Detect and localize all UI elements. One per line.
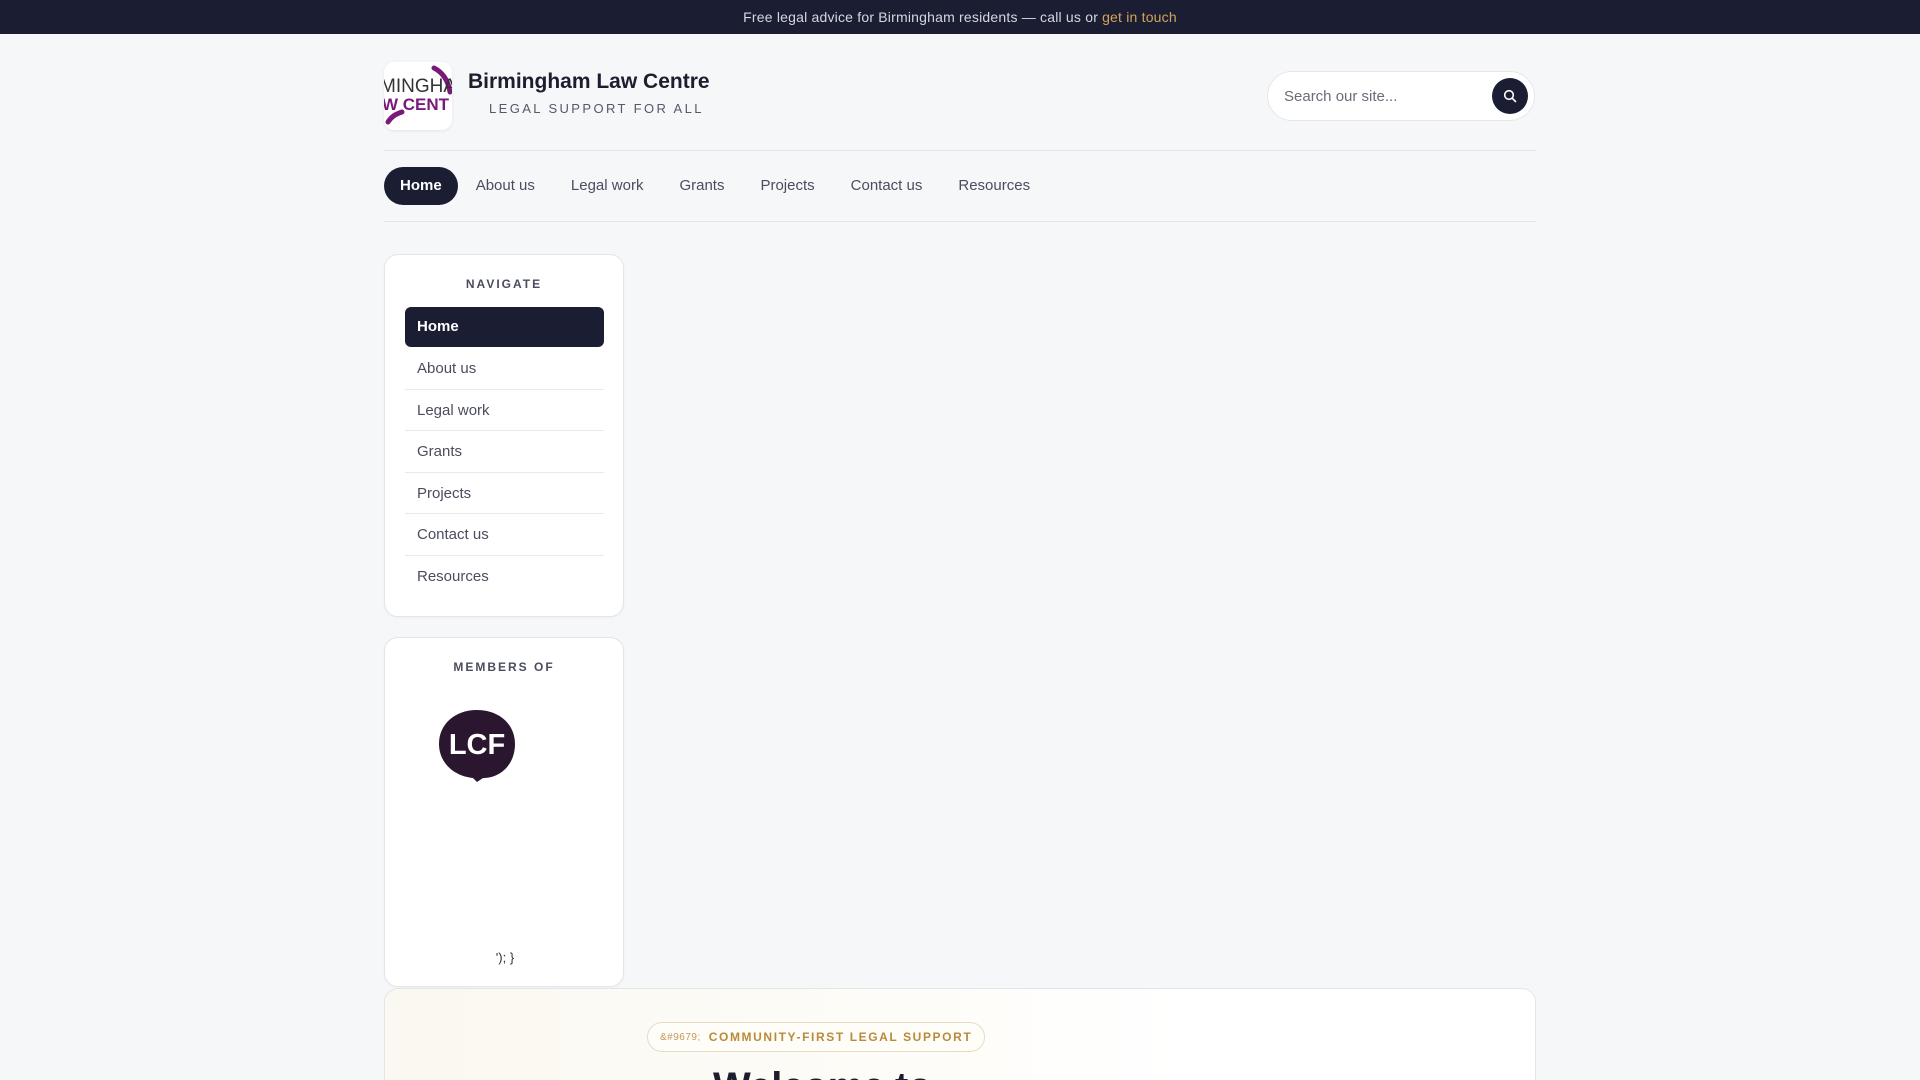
announcement-text: Free legal advice for Birmingham residen… <box>743 9 1099 25</box>
logo-image: MINGHA W CENT <box>384 65 452 125</box>
nav-item-about-us[interactable]: About us <box>458 167 553 205</box>
site-title[interactable]: Birmingham Law Centre <box>468 70 710 94</box>
hero-section: &#9679; COMMUNITY-FIRST LEGAL SUPPORT We… <box>384 988 1536 1080</box>
search-button[interactable] <box>1492 78 1528 114</box>
site-tagline: LEGAL SUPPORT FOR ALL <box>489 101 704 116</box>
stray-code-text: '); } <box>495 950 515 965</box>
header-divider <box>384 150 1536 151</box>
lcf-badge-icon: LCF <box>439 710 515 782</box>
nav-divider <box>384 221 1536 222</box>
lcf-logo[interactable]: LCF <box>437 708 517 782</box>
sidebar-list: Home About us Legal work Grants Projects… <box>405 307 604 597</box>
sidebar-item-legal-work[interactable]: Legal work <box>405 390 604 431</box>
search-icon <box>1503 89 1517 103</box>
pill-entity-text: &#9679; <box>660 1031 701 1043</box>
sidebar-item-contact-us[interactable]: Contact us <box>405 514 604 556</box>
search-box <box>1267 71 1535 121</box>
nav-item-home[interactable]: Home <box>384 167 458 205</box>
nav-item-grants[interactable]: Grants <box>661 167 742 205</box>
sidebar-heading: NAVIGATE <box>465 277 543 291</box>
members-heading: MEMBERS OF <box>453 660 555 674</box>
members-card: MEMBERS OF LCF '); } <box>384 637 624 987</box>
pill-label: COMMUNITY-FIRST LEGAL SUPPORT <box>708 1030 973 1044</box>
announcement-bar: Free legal advice for Birmingham residen… <box>0 0 1920 34</box>
site-logo[interactable]: MINGHA W CENT <box>384 62 452 130</box>
nav-item-contact-us[interactable]: Contact us <box>833 167 941 205</box>
main-nav: Home About us Legal work Grants Projects… <box>384 167 1048 205</box>
sidebar-item-about-us[interactable]: About us <box>405 348 604 390</box>
nav-item-projects[interactable]: Projects <box>742 167 832 205</box>
search-input[interactable] <box>1284 87 1484 105</box>
svg-text:W CENT: W CENT <box>384 95 450 114</box>
sidebar-item-grants[interactable]: Grants <box>405 431 604 473</box>
sidebar-item-home[interactable]: Home <box>405 307 604 347</box>
hero-tag-pill: &#9679; COMMUNITY-FIRST LEGAL SUPPORT <box>647 1022 986 1052</box>
nav-item-legal-work[interactable]: Legal work <box>553 167 662 205</box>
nav-item-resources[interactable]: Resources <box>940 167 1048 205</box>
hero-title: Welcome to <box>713 1065 932 1080</box>
sidebar-item-resources[interactable]: Resources <box>405 556 604 598</box>
sidebar-navigate-card: NAVIGATE Home About us Legal work Grants… <box>384 254 624 617</box>
svg-text:MINGHA: MINGHA <box>384 76 452 97</box>
svg-text:LCF: LCF <box>449 729 505 761</box>
get-in-touch-link[interactable]: get in touch <box>1102 9 1177 25</box>
sidebar-item-projects[interactable]: Projects <box>405 473 604 514</box>
